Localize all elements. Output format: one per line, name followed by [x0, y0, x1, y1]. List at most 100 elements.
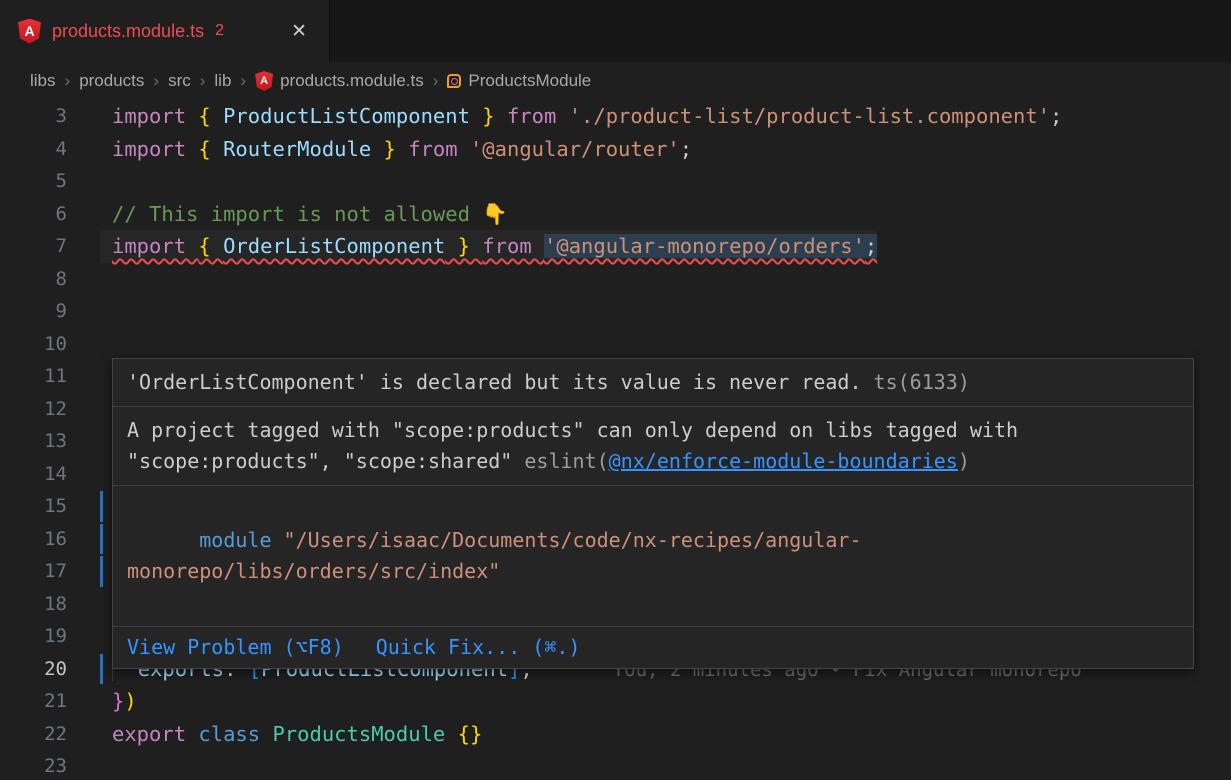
code-content: [100, 458, 112, 491]
code-token: }: [445, 234, 482, 258]
line-number: 19: [0, 620, 100, 653]
eslint-message-line1: A project tagged with "scope:products" c…: [127, 418, 1018, 442]
line-number: 20: [0, 653, 100, 686]
code-content: [100, 425, 112, 458]
code-editor[interactable]: 3import { ProductListComponent } from '.…: [0, 100, 1231, 780]
breadcrumb-item-src[interactable]: src: [168, 71, 191, 91]
line-number: 4: [0, 133, 100, 166]
angular-icon: A: [255, 71, 273, 91]
tab-bar: A products.module.ts 2 ✕: [0, 0, 1231, 62]
eslint-source-suffix: ): [958, 449, 970, 473]
line-number: 13: [0, 425, 100, 458]
code-line-9[interactable]: 9: [0, 295, 1231, 328]
view-problem-action[interactable]: View Problem (⌥F8): [127, 632, 344, 663]
code-line-3[interactable]: 3import { ProductListComponent } from '.…: [0, 100, 1231, 133]
git-modified-indicator: [100, 524, 103, 555]
code-content: import { RouterModule } from '@angular/r…: [100, 133, 692, 166]
ts-diagnostic-source: ts(6133): [874, 370, 970, 394]
code-token: './product-list/product-list.component': [569, 104, 1050, 128]
line-number: 18: [0, 588, 100, 621]
breadcrumb-label: products: [79, 71, 144, 91]
code-line-22[interactable]: 22export class ProductsModule {}: [0, 718, 1231, 751]
code-token: from: [408, 137, 470, 161]
eslint-rule-link[interactable]: @nx/enforce-module-boundaries: [609, 449, 958, 473]
line-number: 7: [0, 230, 100, 263]
code-token: {: [198, 137, 223, 161]
ts-diagnostic-message: 'OrderListComponent' is declared but its…: [127, 370, 862, 394]
symbol-class-icon: [447, 74, 461, 88]
breadcrumb-item-libs[interactable]: libs: [30, 71, 56, 91]
line-number: 9: [0, 295, 100, 328]
line-number: 15: [0, 490, 100, 523]
code-content: // This import is not allowed 👇: [100, 198, 508, 231]
code-line-8[interactable]: 8: [0, 263, 1231, 296]
code-content: }): [100, 685, 137, 718]
line-number: 11: [0, 360, 100, 393]
code-token: export: [112, 722, 198, 746]
code-line-21[interactable]: 21}): [0, 685, 1231, 718]
hover-action-bar: View Problem (⌥F8) Quick Fix... (⌘.): [113, 626, 1193, 668]
breadcrumb: libs›products›src›lib›Aproducts.module.t…: [0, 62, 1231, 100]
code-content: [100, 360, 112, 393]
hover-ts-diagnostic: 'OrderListComponent' is declared but its…: [113, 359, 1193, 406]
code-token: ): [124, 689, 136, 713]
code-token: {: [198, 234, 223, 258]
code-token: 👇: [482, 202, 508, 226]
tab-title: products.module.ts: [52, 21, 204, 42]
tab-problems-badge: 2: [215, 22, 224, 40]
hover-module-info: module "/Users/isaac/Documents/code/nx-r…: [113, 485, 1193, 626]
code-line-10[interactable]: 10: [0, 328, 1231, 361]
code-content: [100, 165, 112, 198]
angular-icon: A: [18, 19, 41, 44]
breadcrumb-item-productsmodule[interactable]: ProductsModule: [447, 71, 591, 91]
code-line-4[interactable]: 4import { RouterModule } from '@angular/…: [0, 133, 1231, 166]
close-icon[interactable]: ✕: [287, 20, 311, 43]
line-number: 5: [0, 165, 100, 198]
code-token: // This import is not allowed: [112, 202, 482, 226]
code-token: import: [112, 104, 198, 128]
breadcrumb-label: products.module.ts: [280, 71, 424, 91]
tab-products-module[interactable]: A products.module.ts 2 ✕: [0, 0, 330, 62]
code-content: import { OrderListComponent } from '@ang…: [100, 230, 877, 263]
breadcrumb-label: libs: [30, 71, 56, 91]
code-token: class: [198, 722, 272, 746]
line-number: 12: [0, 393, 100, 426]
code-token: RouterModule: [223, 137, 371, 161]
breadcrumb-separator: ›: [153, 71, 159, 91]
breadcrumb-item-products-module-ts[interactable]: Aproducts.module.ts: [255, 71, 424, 91]
code-token: from: [507, 104, 569, 128]
breadcrumb-label: src: [168, 71, 191, 91]
code-token: {: [198, 104, 223, 128]
code-token: from: [482, 234, 544, 258]
module-keyword: module: [199, 528, 271, 552]
breadcrumb-item-lib[interactable]: lib: [214, 71, 231, 91]
code-content: [100, 295, 112, 328]
code-content: [100, 328, 112, 361]
module-path-line2: monorepo/libs/orders/src/index": [127, 559, 500, 583]
code-token: ProductsModule: [272, 722, 457, 746]
code-line-6[interactable]: 6// This import is not allowed 👇: [0, 198, 1231, 231]
code-content: [100, 393, 112, 426]
git-modified-indicator: [100, 654, 103, 685]
code-line-23[interactable]: 23: [0, 750, 1231, 780]
code-line-5[interactable]: 5: [0, 165, 1231, 198]
error-hover-popup: 'OrderListComponent' is declared but its…: [112, 358, 1194, 669]
breadcrumb-separator: ›: [433, 71, 439, 91]
code-token: import: [112, 137, 198, 161]
line-number: 3: [0, 100, 100, 133]
code-line-7[interactable]: 7import { OrderListComponent } from '@an…: [0, 230, 1231, 263]
code-content: [100, 263, 112, 296]
line-number: 10: [0, 328, 100, 361]
code-token: ;: [1050, 104, 1062, 128]
breadcrumb-separator: ›: [200, 71, 206, 91]
breadcrumb-item-products[interactable]: products: [79, 71, 144, 91]
line-number: 21: [0, 685, 100, 718]
quick-fix-action[interactable]: Quick Fix... (⌘.): [376, 632, 581, 663]
code-token: import: [112, 234, 198, 258]
breadcrumb-label: lib: [214, 71, 231, 91]
code-content: export class ProductsModule {}: [100, 718, 482, 751]
code-token: {}: [458, 722, 483, 746]
code-content: [100, 750, 112, 780]
code-token: ;: [680, 137, 692, 161]
code-token: }: [470, 104, 507, 128]
